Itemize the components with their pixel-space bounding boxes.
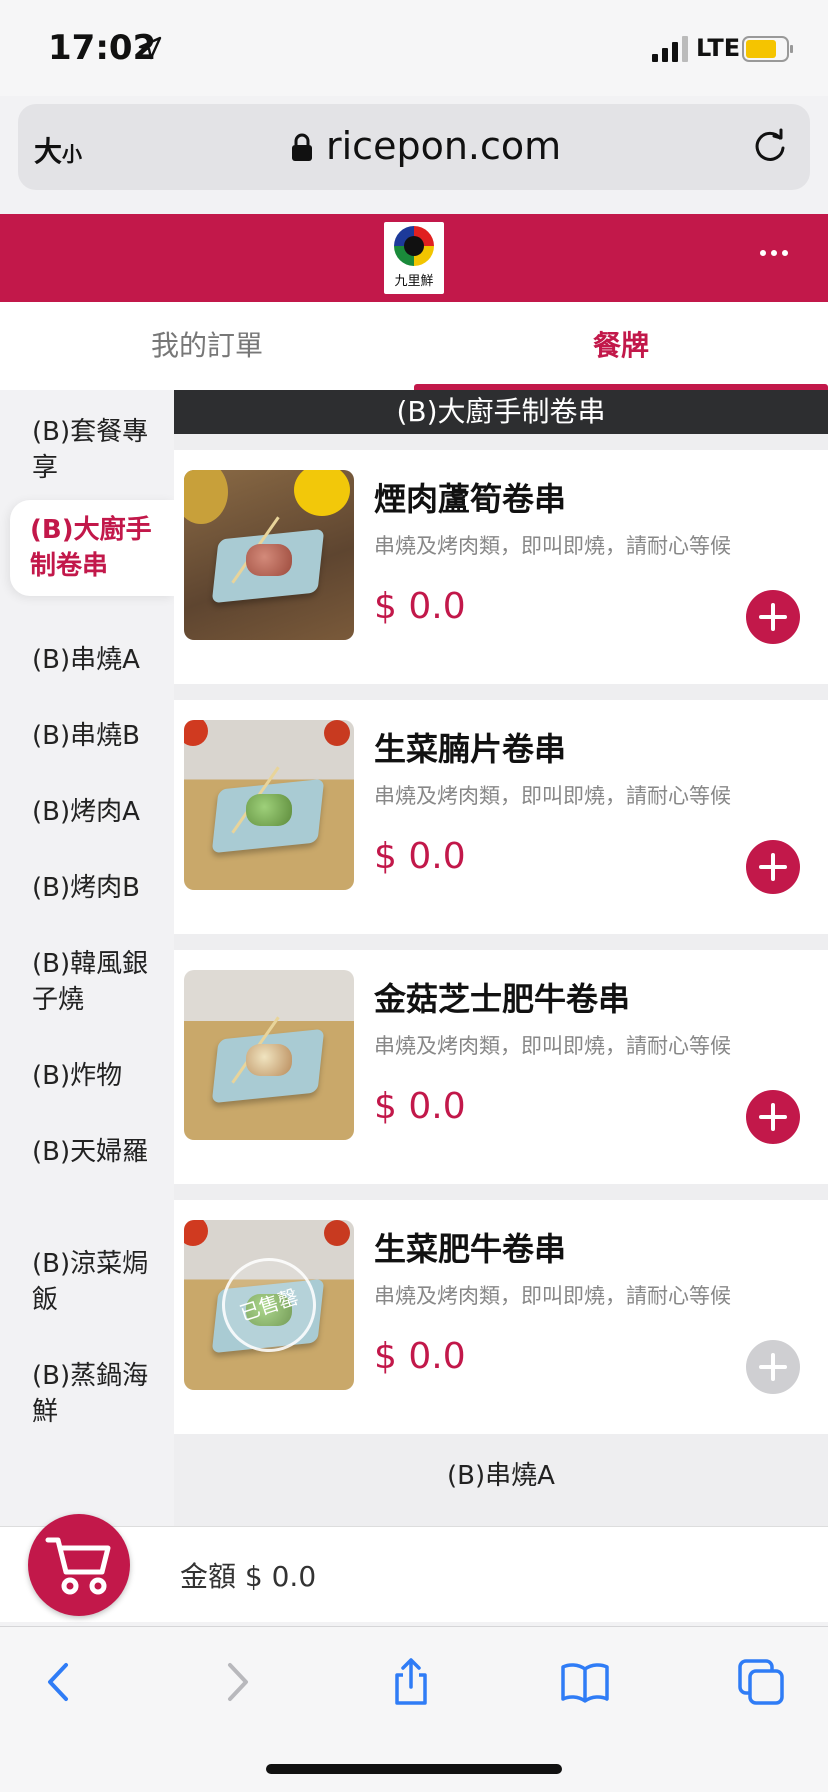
share-icon[interactable] xyxy=(386,1657,436,1707)
cart-amount: 金額 $ 0.0 xyxy=(180,1560,317,1593)
cellular-signal-icon xyxy=(652,36,688,62)
location-arrow-icon xyxy=(138,36,162,60)
cart-icon xyxy=(45,1537,111,1595)
menu-item-name: 生菜腩片卷串 xyxy=(374,730,567,768)
category-item[interactable]: (B)套餐專享 xyxy=(0,414,174,486)
menu-item-price: $ 0.0 xyxy=(374,836,466,877)
home-indicator xyxy=(266,1764,562,1774)
menu-item-image[interactable] xyxy=(184,470,354,640)
cart-button[interactable] xyxy=(28,1514,130,1616)
menu-item-image[interactable]: 已售罄 xyxy=(184,1220,354,1390)
menu-item-card[interactable]: 煙肉蘆筍卷串 串燒及烤肉類，即叫即燒，請耐心等候 $ 0.0 xyxy=(174,450,828,684)
menu-item-card[interactable]: 已售罄 生菜肥牛卷串 串燒及烤肉類，即叫即燒，請耐心等候 $ 0.0 xyxy=(174,1200,828,1434)
menu-item-image[interactable] xyxy=(184,970,354,1140)
menu-item-card[interactable]: 金菇芝士肥牛卷串 串燒及烤肉類，即叫即燒，請耐心等候 $ 0.0 xyxy=(174,950,828,1184)
more-menu-icon[interactable] xyxy=(760,250,796,260)
menu-item-image[interactable] xyxy=(184,720,354,890)
back-icon[interactable] xyxy=(34,1657,84,1707)
menu-item-card[interactable]: 生菜腩片卷串 串燒及烤肉類，即叫即燒，請耐心等候 $ 0.0 xyxy=(174,700,828,934)
add-to-cart-button[interactable] xyxy=(746,840,800,894)
url-text[interactable]: ricepon.com xyxy=(326,124,561,168)
text-size-label: 大 xyxy=(34,135,63,168)
category-item-active[interactable]: (B)大廚手制卷串 xyxy=(10,500,174,596)
reload-icon[interactable] xyxy=(750,126,790,166)
add-to-cart-button[interactable] xyxy=(746,590,800,644)
logo-emblem-icon xyxy=(394,226,434,266)
next-section-header: (B)串燒A xyxy=(174,1436,828,1516)
tab-my-orders[interactable]: 我的訂單 xyxy=(0,302,414,390)
menu-item-name: 生菜肥牛卷串 xyxy=(374,1230,567,1268)
menu-item-price: $ 0.0 xyxy=(374,586,466,627)
app-header: 九里鮮 xyxy=(0,214,828,302)
address-bar[interactable]: 大小 ricepon.com xyxy=(18,104,810,190)
category-sidebar: (B)套餐專享 (B)大廚手制卷串 (B)串燒A (B)串燒B (B)烤肉A (… xyxy=(0,390,174,1526)
section-header: (B)大廚手制卷串 xyxy=(174,390,828,434)
menu-item-name: 金菇芝士肥牛卷串 xyxy=(374,980,631,1018)
category-item[interactable]: (B)炸物 xyxy=(0,1058,174,1094)
menu-item-price: $ 0.0 xyxy=(374,1336,466,1377)
category-item[interactable]: (B)串燒B xyxy=(0,718,174,754)
menu-item-desc: 串燒及烤肉類，即叫即燒，請耐心等候 xyxy=(374,1034,731,1058)
bookmarks-icon[interactable] xyxy=(560,1657,610,1707)
battery-icon xyxy=(742,36,793,62)
logo-text: 九里鮮 xyxy=(394,274,434,289)
tab-bar: 我的訂單 餐牌 xyxy=(0,302,828,390)
menu-item-desc: 串燒及烤肉類，即叫即燒，請耐心等候 xyxy=(374,1284,731,1308)
text-size-small: 小 xyxy=(62,142,83,166)
restaurant-logo[interactable]: 九里鮮 xyxy=(384,222,444,294)
menu-item-desc: 串燒及烤肉類，即叫即燒，請耐心等候 xyxy=(374,784,731,808)
category-item[interactable]: (B)烤肉B xyxy=(0,870,174,906)
menu-content: (B)大廚手制卷串 煙肉蘆筍卷串 串燒及烤肉類，即叫即燒，請耐心等候 $ 0.0… xyxy=(174,390,828,1526)
forward-icon[interactable] xyxy=(212,1657,262,1707)
tabs-icon[interactable] xyxy=(736,1657,786,1707)
category-item[interactable]: (B)天婦羅 xyxy=(0,1134,174,1170)
category-item[interactable]: (B)串燒A xyxy=(0,642,174,678)
category-item[interactable]: (B)涼菜焗飯 xyxy=(0,1246,174,1318)
tab-menu[interactable]: 餐牌 xyxy=(414,302,828,390)
category-item[interactable]: (B)烤肉A xyxy=(0,794,174,830)
category-item[interactable]: (B)韓風銀子燒 xyxy=(0,946,174,1018)
network-type: LTE xyxy=(696,34,741,62)
add-to-cart-button[interactable] xyxy=(746,1090,800,1144)
status-bar: 17:02 LTE xyxy=(0,0,828,96)
category-item[interactable]: (B)蒸鍋海鮮 xyxy=(0,1358,174,1430)
lock-icon xyxy=(292,133,312,161)
menu-item-desc: 串燒及烤肉類，即叫即燒，請耐心等候 xyxy=(374,534,731,558)
menu-item-price: $ 0.0 xyxy=(374,1086,466,1127)
text-size-button[interactable]: 大小 xyxy=(34,130,82,170)
menu-item-name: 煙肉蘆筍卷串 xyxy=(374,480,567,518)
add-to-cart-button-disabled xyxy=(746,1340,800,1394)
